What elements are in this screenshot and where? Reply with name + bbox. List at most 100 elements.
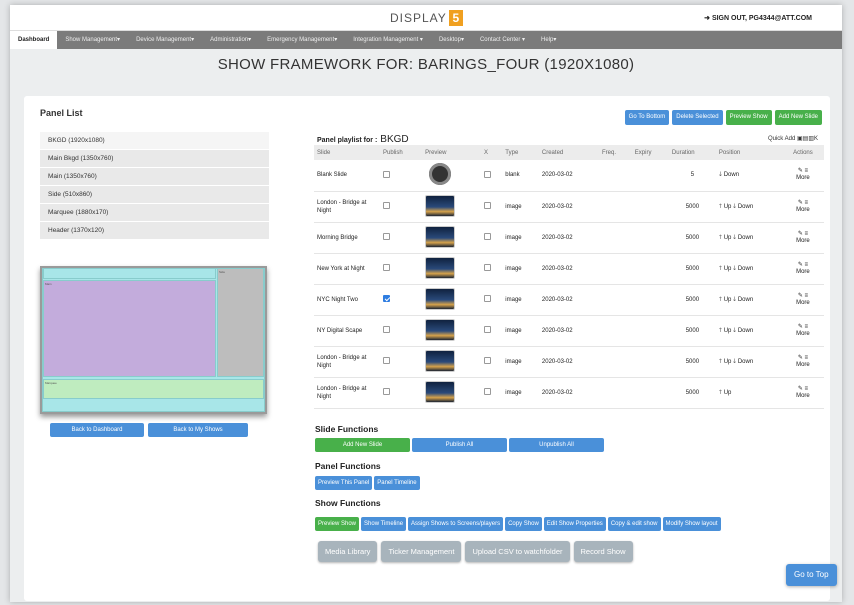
panel-list-item[interactable]: Main Bkgd (1350x760) — [40, 150, 269, 168]
slide-name[interactable]: London - Bridge at Night — [314, 346, 380, 378]
move-up-button[interactable]: 🡑 Up — [719, 297, 731, 303]
edit-icon[interactable]: ✎ — [798, 355, 803, 361]
panel-timeline-button[interactable]: Panel Timeline — [374, 476, 420, 490]
move-down-button[interactable]: 🡓 Down — [733, 204, 753, 210]
slide-name[interactable]: London - Bridge at Night — [314, 377, 380, 409]
slide-name[interactable]: New York at Night — [314, 253, 380, 285]
select-checkbox[interactable] — [484, 326, 492, 333]
select-checkbox[interactable] — [484, 170, 492, 178]
back-to-shows-button[interactable]: Back to My Shows — [148, 423, 248, 437]
slide-name[interactable]: NY Digital Scape — [314, 315, 380, 347]
slide-thumbnail[interactable] — [425, 318, 456, 341]
delete-selected-button[interactable]: Delete Selected — [672, 110, 723, 125]
unpublish-all-button[interactable]: Unpublish All — [509, 438, 604, 452]
select-checkbox[interactable] — [484, 357, 492, 364]
slide-thumbnail[interactable] — [425, 163, 456, 186]
panel-list-item[interactable]: BKGD (1920x1080) — [40, 132, 269, 150]
slide-name[interactable]: NYC Night Two — [314, 284, 380, 316]
go-to-bottom-button[interactable]: Go To Bottom — [624, 110, 670, 125]
publish-checkbox[interactable] — [383, 264, 390, 271]
back-to-dashboard-button[interactable]: Back to Dashboard — [50, 423, 144, 437]
panel-list-item[interactable]: Marquee (1880x170) — [40, 204, 269, 222]
nav-item-device-management[interactable]: Device Management▾ — [128, 31, 202, 49]
go-to-top-button[interactable]: Go to Top — [786, 564, 837, 586]
nav-item-emergency-management[interactable]: Emergency Management▾ — [259, 31, 345, 49]
edit-icon[interactable]: ✎ — [798, 231, 803, 237]
move-up-button[interactable]: 🡑 Up — [719, 359, 731, 365]
edit-icon[interactable]: ✎ — [798, 262, 803, 268]
move-down-button[interactable]: 🡓 Down — [733, 328, 753, 334]
move-up-button[interactable]: 🡑 Up — [719, 390, 731, 396]
publish-checkbox[interactable] — [383, 170, 390, 178]
slide-duration: 5000 — [668, 377, 716, 409]
assign-shows-button[interactable]: Assign Shows to Screens/players — [408, 517, 504, 531]
nav-item-help[interactable]: Help▾ — [533, 31, 564, 49]
upload-csv-button[interactable]: Upload CSV to watchfolder — [465, 541, 570, 562]
layout-zone-marquee[interactable]: Marquee — [43, 379, 264, 399]
move-up-button[interactable]: 🡑 Up — [719, 235, 731, 241]
media-library-button[interactable]: Media Library — [318, 541, 378, 562]
move-down-button[interactable]: 🡓 Down — [733, 266, 753, 272]
edit-icon[interactable]: ✎ — [798, 293, 803, 299]
layout-zone-side[interactable]: Side — [217, 268, 264, 377]
copy-edit-show-button[interactable]: Copy & edit show — [607, 517, 661, 531]
preview-show-button[interactable]: Preview Show — [725, 110, 772, 125]
add-new-slide-button-bottom[interactable]: Add New Slide — [315, 438, 410, 452]
publish-checkbox[interactable] — [383, 202, 390, 209]
slide-thumbnail[interactable] — [425, 225, 456, 248]
publish-all-button[interactable]: Publish All — [412, 438, 507, 452]
modify-layout-button[interactable]: Modify Show layout — [662, 517, 721, 531]
select-checkbox[interactable] — [484, 233, 492, 240]
select-checkbox[interactable] — [484, 264, 492, 271]
publish-checkbox[interactable] — [383, 326, 390, 333]
slide-thumbnail[interactable] — [425, 256, 456, 279]
add-new-slide-button[interactable]: Add New Slide — [774, 110, 822, 125]
nav-item-dashboard[interactable]: Dashboard — [10, 31, 58, 49]
slide-name[interactable]: Blank Slide — [314, 160, 380, 192]
move-down-button[interactable]: 🡓 Down — [733, 297, 753, 303]
move-up-button[interactable]: 🡑 Up — [719, 266, 731, 272]
select-checkbox[interactable] — [484, 295, 492, 302]
select-checkbox[interactable] — [484, 388, 492, 395]
publish-checkbox[interactable] — [383, 388, 390, 395]
k-icon[interactable]: K — [814, 136, 818, 142]
slide-thumbnail[interactable] — [425, 349, 456, 372]
slide-thumbnail[interactable] — [425, 194, 456, 217]
select-checkbox[interactable] — [484, 202, 492, 209]
slide-name[interactable]: London - Bridge at Night — [314, 191, 380, 223]
publish-checkbox[interactable] — [383, 295, 390, 302]
preview-panel-button[interactable]: Preview This Panel — [315, 476, 373, 490]
publish-checkbox[interactable] — [383, 357, 390, 364]
slide-thumbnail[interactable] — [425, 287, 456, 310]
nav-item-show-management[interactable]: Show Management▾ — [57, 31, 128, 49]
sign-out-link[interactable]: ➜ SIGN OUT, PG4344@ATT.COM — [704, 14, 812, 22]
edit-icon[interactable]: ✎ — [798, 386, 803, 392]
edit-icon[interactable]: ✎ — [798, 200, 803, 206]
edit-icon[interactable]: ✎ — [798, 168, 803, 174]
slide-name[interactable]: Morning Bridge — [314, 222, 380, 254]
edit-show-properties-button[interactable]: Edit Show Properties — [543, 517, 606, 531]
publish-checkbox[interactable] — [383, 233, 390, 240]
move-down-button[interactable]: 🡓 Down — [733, 359, 753, 365]
show-timeline-button[interactable]: Show Timeline — [361, 517, 407, 531]
move-up-button[interactable]: 🡑 Up — [719, 204, 731, 210]
ticker-management-button[interactable]: Ticker Management — [381, 541, 462, 562]
layout-zone-header[interactable] — [43, 268, 216, 279]
edit-icon[interactable]: ✎ — [798, 324, 803, 330]
panel-list-item[interactable]: Side (510x860) — [40, 186, 269, 204]
panel-list-item[interactable]: Main (1350x760) — [40, 168, 269, 186]
nav-item-administration[interactable]: Administration▾ — [202, 31, 259, 49]
nav-item-desktop[interactable]: Desktop▾ — [431, 31, 472, 49]
move-down-button[interactable]: 🡓 Down — [733, 235, 753, 241]
move-up-button[interactable]: 🡑 Up — [719, 328, 731, 334]
copy-show-button[interactable]: Copy Show — [505, 517, 542, 531]
record-show-button[interactable]: Record Show — [573, 541, 633, 562]
preview-show-button-bottom[interactable]: Preview Show — [315, 517, 360, 531]
layout-zone-main[interactable]: Main — [43, 280, 216, 377]
nav-item-contact-center[interactable]: Contact Center ▾ — [472, 31, 533, 49]
slide-thumbnail[interactable] — [425, 380, 456, 403]
panel-list-item[interactable]: Header (1370x120) — [40, 222, 269, 240]
nav-item-integration-management[interactable]: Integration Management ▾ — [345, 31, 431, 49]
move-down-button[interactable]: 🡓 Down — [719, 172, 739, 178]
position-cell: 🡑 Up 🡓 Down — [715, 284, 782, 316]
